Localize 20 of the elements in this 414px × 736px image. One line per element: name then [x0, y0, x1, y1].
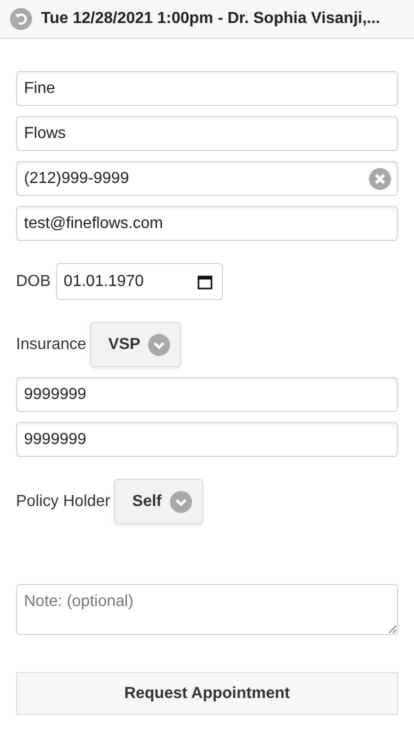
- text-field[interactable]: (212)999-9999: [16, 161, 398, 196]
- date-field[interactable]: 01.01.1970: [56, 263, 223, 300]
- text-field[interactable]: Fine: [16, 71, 398, 106]
- text-field[interactable]: test@fineflows.com: [16, 206, 398, 241]
- select-dropdown[interactable]: Self: [114, 479, 203, 524]
- request-appointment-button[interactable]: Request Appointment: [16, 672, 398, 715]
- field-label: Policy Holder: [16, 492, 110, 512]
- field-label: Insurance: [16, 334, 86, 354]
- field-label: DOB: [16, 272, 51, 292]
- text-field[interactable]: 9999999: [16, 422, 398, 457]
- chevron-down-icon: [170, 490, 192, 512]
- header-title: Tue 12/28/2021 1:00pm - Dr. Sophia Visanji,...: [41, 9, 380, 29]
- clear-icon[interactable]: [369, 168, 391, 190]
- calendar-icon[interactable]: [196, 274, 213, 290]
- select-dropdown[interactable]: VSP: [90, 322, 182, 367]
- chevron-down-icon: [148, 334, 170, 356]
- text-field[interactable]: Flows: [16, 116, 398, 151]
- note-field[interactable]: Note: (optional): [16, 584, 398, 635]
- text-field[interactable]: 9999999: [16, 377, 398, 412]
- back-icon[interactable]: [10, 8, 32, 30]
